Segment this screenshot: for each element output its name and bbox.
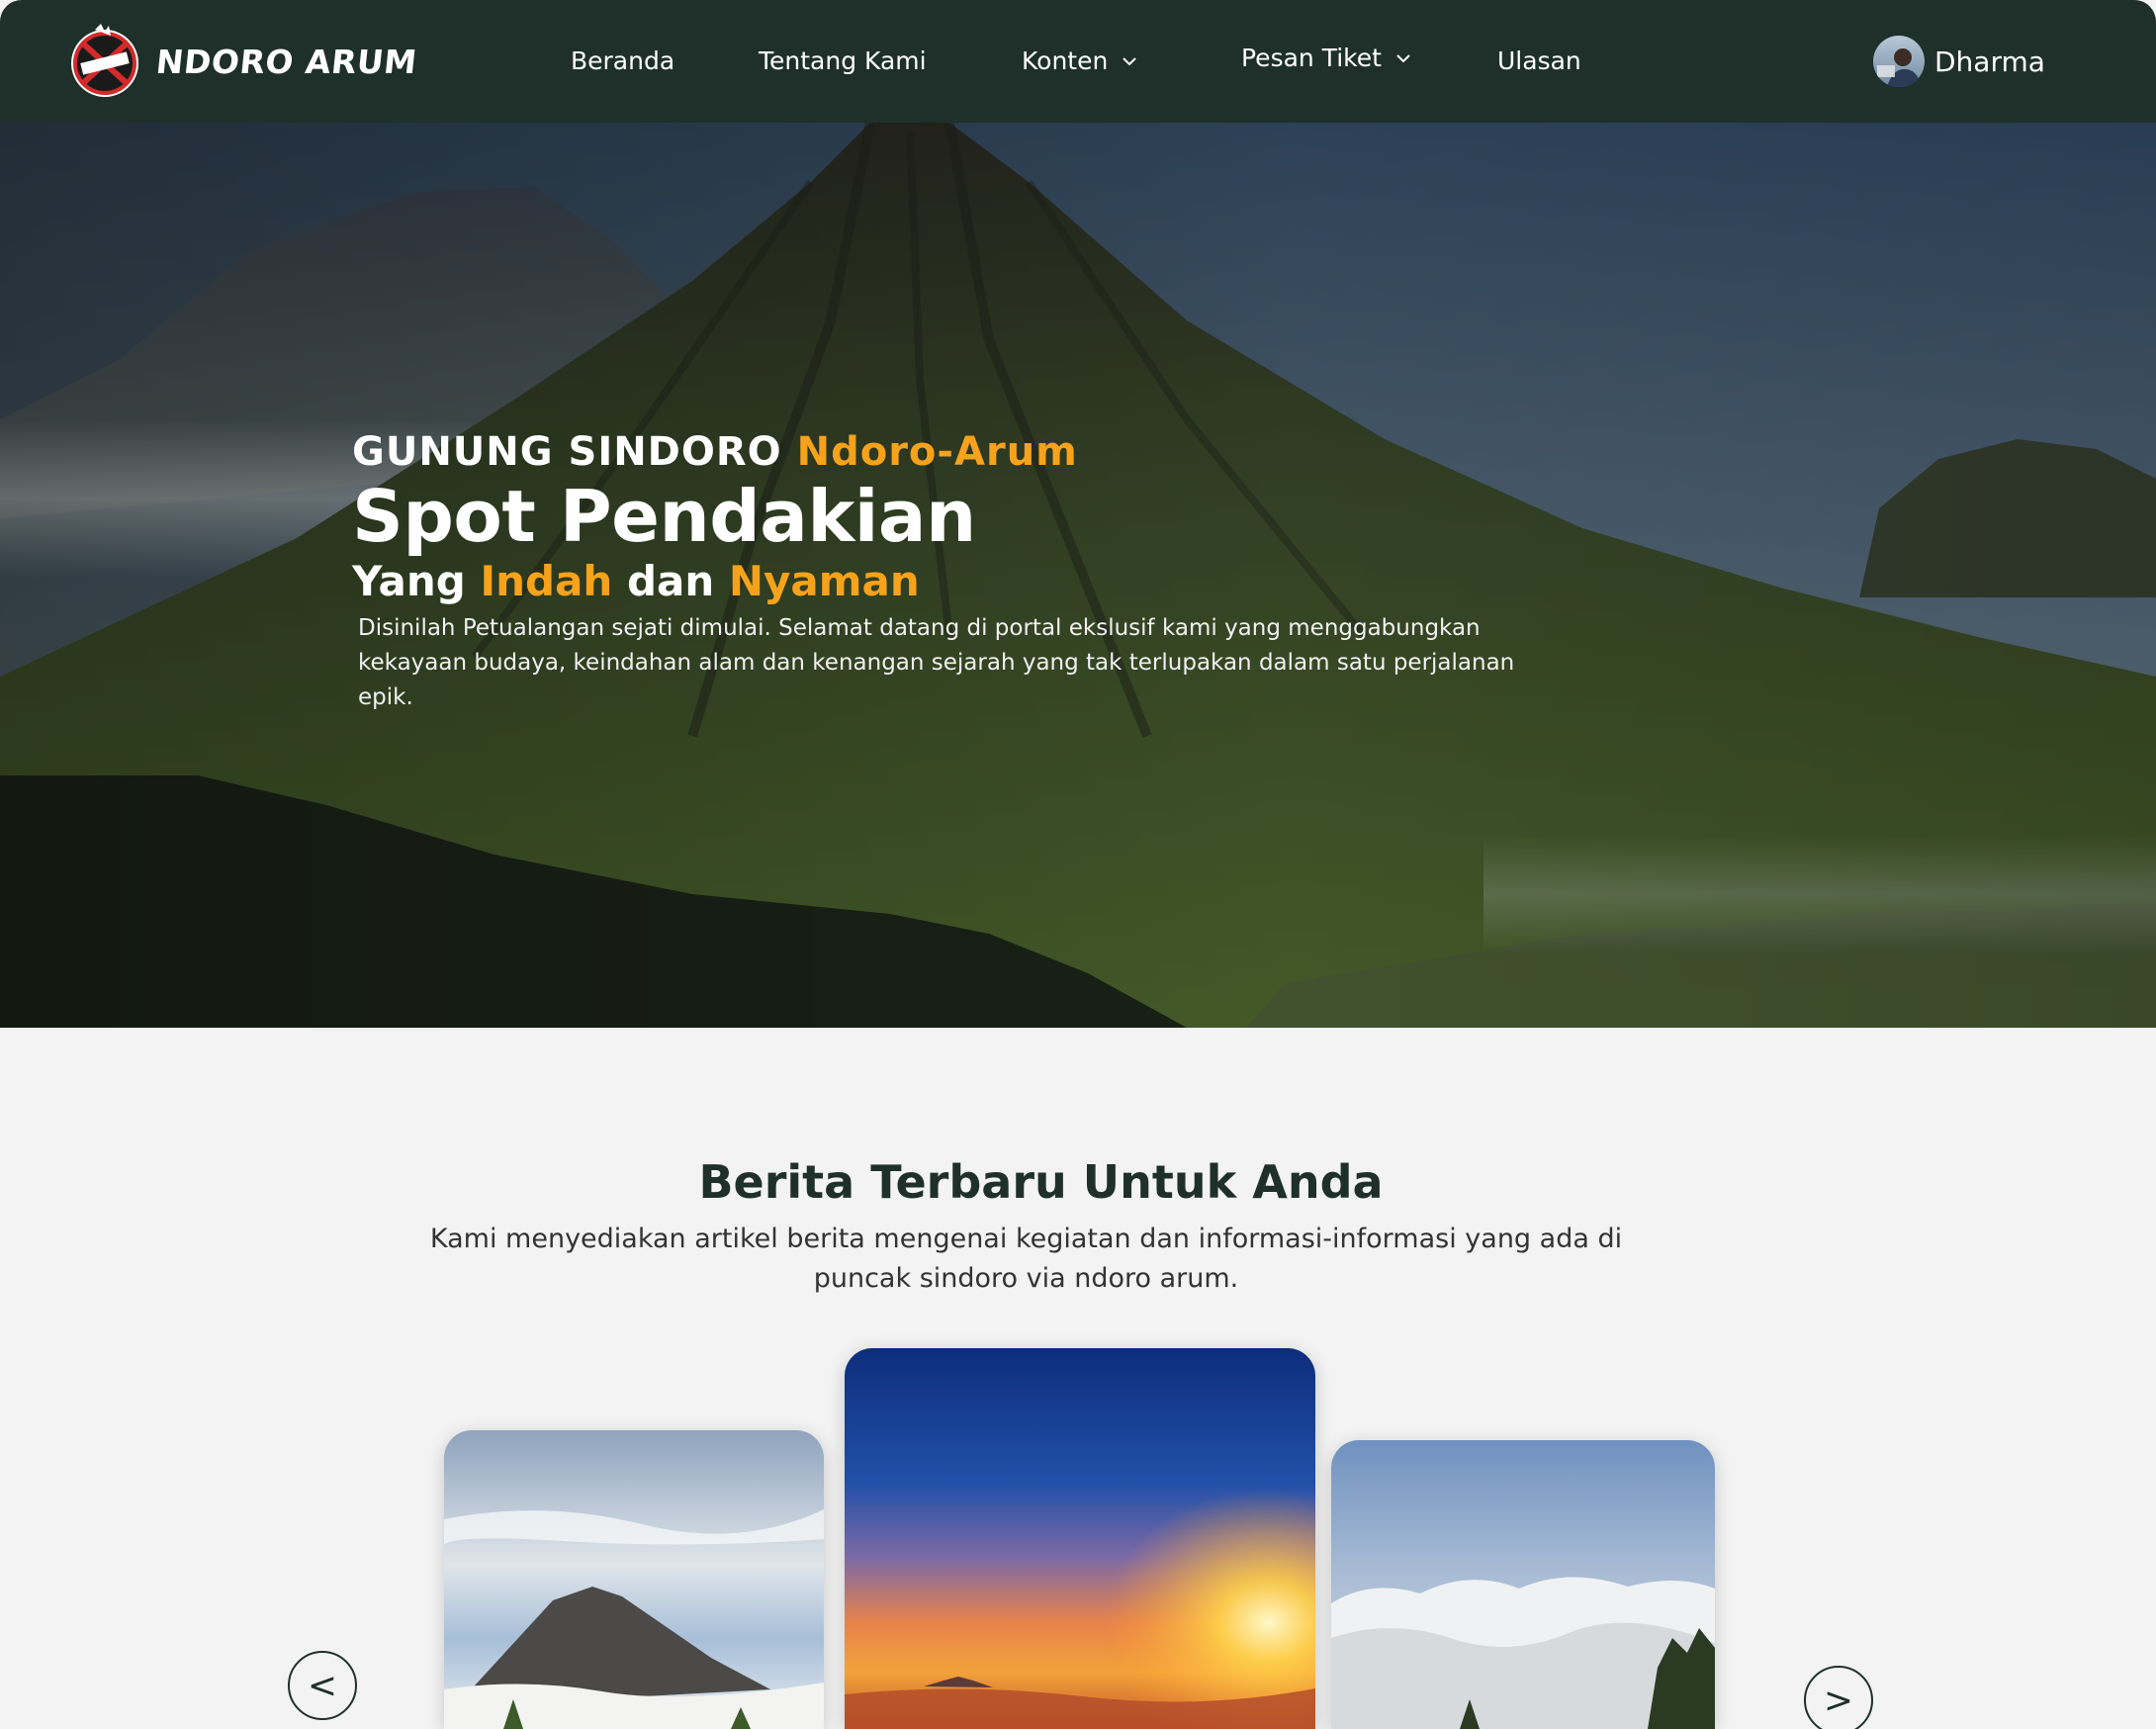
news-card[interactable]	[444, 1430, 824, 1729]
nav-label: Pesan Tiket	[1241, 44, 1382, 72]
cloud-sea-view-image	[1331, 1440, 1715, 1729]
brand[interactable]: NDORO ARUM	[65, 16, 419, 107]
user-name: Dharma	[1934, 45, 2045, 78]
hero-eyebrow-prefix: GUNUNG SINDORO	[352, 429, 797, 475]
hero-subtitle: Yang Indah dan Nyaman	[352, 556, 1539, 607]
mountain-sea-of-clouds-image	[444, 1430, 824, 1729]
nav-label: Konten	[1022, 46, 1109, 75]
chevron-down-icon	[1396, 54, 1410, 63]
nav-pesan-tiket[interactable]: Pesan Tiket	[1241, 41, 1411, 76]
nav-tentang-kami[interactable]: Tentang Kami	[759, 44, 927, 79]
hero-subtitle-part: dan	[612, 557, 729, 605]
carousel-prev-button[interactable]: <	[288, 1651, 357, 1720]
nav-label: Ulasan	[1497, 46, 1581, 75]
user-menu[interactable]: Dharma	[1873, 34, 2045, 89]
news-card[interactable]	[1331, 1440, 1715, 1729]
nav-label: Beranda	[571, 46, 675, 75]
carousel-next-button[interactable]: >	[1804, 1666, 1873, 1729]
nav-konten[interactable]: Konten	[1022, 44, 1137, 79]
hero-subtitle-part: Yang	[352, 557, 481, 605]
hero-subtitle-accent: Nyaman	[728, 557, 920, 605]
hero-text: GUNUNG SINDORO Ndoro-Arum Spot Pendakian…	[352, 427, 1539, 715]
news-card[interactable]	[845, 1348, 1315, 1729]
hero-eyebrow-accent: Ndoro-Arum	[796, 429, 1078, 475]
ndoro-arum-emblem-logo	[71, 24, 138, 97]
nav-beranda[interactable]: Beranda	[571, 44, 674, 79]
hero-description: Disinilah Petualangan sejati dimulai. Se…	[358, 615, 1515, 710]
top-navbar: NDORO ARUM Beranda Tentang Kami Konten P…	[0, 0, 2156, 123]
nav-ulasan[interactable]: Ulasan	[1497, 44, 1581, 79]
hero-eyebrow: GUNUNG SINDORO Ndoro-Arum	[352, 427, 1539, 477]
brand-name: NDORO ARUM	[153, 42, 419, 81]
news-section-description: Kami menyediakan artikel berita mengenai…	[429, 1224, 1623, 1294]
user-avatar	[1873, 36, 1925, 87]
sunrise-over-clouds-image	[845, 1348, 1315, 1729]
hero-title: Spot Pendakian	[352, 475, 976, 558]
chevron-down-icon	[1123, 57, 1137, 66]
hero-banner: GUNUNG SINDORO Ndoro-Arum Spot Pendakian…	[0, 123, 2156, 1028]
news-section-title: Berita Terbaru Untuk Anda	[698, 1155, 1384, 1209]
hero-subtitle-accent: Indah	[480, 557, 613, 605]
nav-label: Tentang Kami	[759, 46, 927, 75]
